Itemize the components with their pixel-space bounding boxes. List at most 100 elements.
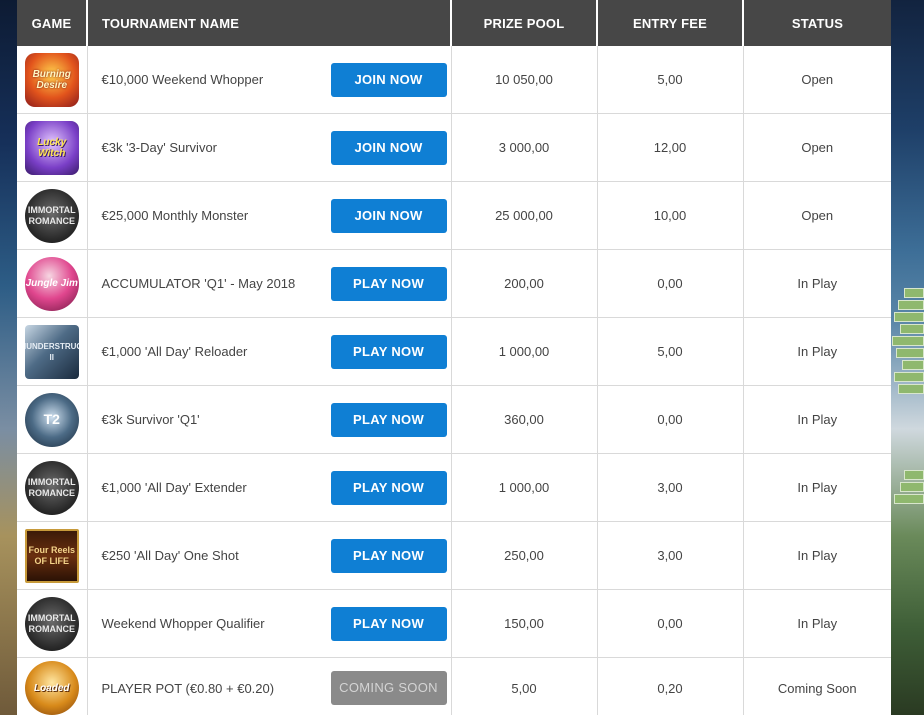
status-cell: Open xyxy=(743,46,891,114)
tournament-name: €10,000 Weekend Whopper xyxy=(101,72,264,87)
immortal-romance-icon[interactable]: IMMORTAL ROMANCE xyxy=(24,460,79,515)
immortal-romance-icon[interactable]: IMMORTAL ROMANCE xyxy=(24,188,79,243)
play-now-button[interactable]: PLAY NOW xyxy=(330,470,447,505)
status-cell: In Play xyxy=(743,249,891,318)
join-now-button[interactable]: JOIN NOW xyxy=(330,130,447,165)
status-cell: In Play xyxy=(743,385,891,454)
status-cell: In Play xyxy=(743,589,891,658)
prize-pool-cell: 250,00 xyxy=(451,521,598,590)
tournament-name-cell: €25,000 Monthly Monster JOIN NOW xyxy=(87,181,452,250)
entry-fee-cell: 0,00 xyxy=(597,385,744,454)
tournament-name-cell: Weekend Whopper Qualifier PLAY NOW xyxy=(87,589,452,658)
tournament-name: €3k '3-Day' Survivor xyxy=(101,140,218,155)
background-decor xyxy=(892,336,924,346)
tournament-name-cell: €3k '3-Day' Survivor JOIN NOW xyxy=(87,113,452,182)
play-now-button[interactable]: PLAY NOW xyxy=(330,538,447,573)
background-decor xyxy=(904,288,924,298)
prize-pool-cell: 200,00 xyxy=(451,249,598,318)
tournament-name-cell: €1,000 'All Day' Reloader PLAY NOW xyxy=(87,317,452,386)
coming-soon-button: COMING SOON xyxy=(330,671,447,705)
table-row: Lucky Witch €3k '3-Day' Survivor JOIN NO… xyxy=(17,113,891,182)
header-prize-pool[interactable]: PRIZE POOL xyxy=(451,0,598,46)
table-header: GAME TOURNAMENT NAME PRIZE POOL ENTRY FE… xyxy=(17,0,891,46)
tournament-name: €250 'All Day' One Shot xyxy=(101,548,239,563)
background-left xyxy=(0,0,17,715)
t2-icon[interactable]: T2 xyxy=(24,392,79,447)
play-now-button[interactable]: PLAY NOW xyxy=(330,266,447,301)
table-row: Four Reels OF LIFE €250 'All Day' One Sh… xyxy=(17,521,891,590)
tournament-table: GAME TOURNAMENT NAME PRIZE POOL ENTRY FE… xyxy=(17,0,891,715)
game-cell: Four Reels OF LIFE xyxy=(17,521,88,590)
status-cell: Open xyxy=(743,181,891,250)
table-row: THUNDERSTRUCK II €1,000 'All Day' Reload… xyxy=(17,317,891,386)
table-row: IMMORTAL ROMANCE €25,000 Monthly Monster… xyxy=(17,181,891,250)
header-entry-fee[interactable]: ENTRY FEE xyxy=(597,0,744,46)
background-decor xyxy=(898,384,924,394)
game-cell: Jungle Jim xyxy=(17,249,88,318)
status-cell: In Play xyxy=(743,317,891,386)
game-cell: Lucky Witch xyxy=(17,113,88,182)
background-decor xyxy=(900,324,924,334)
join-now-button[interactable]: JOIN NOW xyxy=(330,198,447,233)
play-now-button[interactable]: PLAY NOW xyxy=(330,334,447,369)
prize-pool-cell: 10 050,00 xyxy=(451,46,598,114)
background-decor xyxy=(902,360,924,370)
prize-pool-cell: 1 000,00 xyxy=(451,317,598,386)
entry-fee-cell: 0,20 xyxy=(597,657,744,715)
tournament-name-cell: PLAYER POT (€0.80 + €0.20) COMING SOON xyxy=(87,657,452,715)
play-now-button[interactable]: PLAY NOW xyxy=(330,606,447,641)
table-row: Burning Desire €10,000 Weekend Whopper J… xyxy=(17,46,891,114)
tournament-name-cell: €10,000 Weekend Whopper JOIN NOW xyxy=(87,46,452,114)
background-decor xyxy=(894,312,924,322)
header-status[interactable]: STATUS xyxy=(743,0,891,46)
background-decor xyxy=(900,482,924,492)
prize-pool-cell: 5,00 xyxy=(451,657,598,715)
header-game[interactable]: GAME xyxy=(17,0,88,46)
thunderstruck-icon[interactable]: THUNDERSTRUCK II xyxy=(24,324,79,379)
entry-fee-cell: 3,00 xyxy=(597,521,744,590)
burning-desire-icon[interactable]: Burning Desire xyxy=(24,52,79,107)
tournament-name: €1,000 'All Day' Reloader xyxy=(101,344,248,359)
background-decor xyxy=(896,348,924,358)
tournament-name: ACCUMULATOR 'Q1' - May 2018 xyxy=(101,276,296,291)
prize-pool-cell: 1 000,00 xyxy=(451,453,598,522)
status-cell: In Play xyxy=(743,521,891,590)
entry-fee-cell: 3,00 xyxy=(597,453,744,522)
tournament-name: €3k Survivor 'Q1' xyxy=(101,412,200,427)
header-tournament-name[interactable]: TOURNAMENT NAME xyxy=(87,0,452,46)
table-row: T2 €3k Survivor 'Q1' PLAY NOW 360,00 0,0… xyxy=(17,385,891,454)
background-decor xyxy=(894,494,924,504)
entry-fee-cell: 5,00 xyxy=(597,317,744,386)
tournament-name-cell: €1,000 'All Day' Extender PLAY NOW xyxy=(87,453,452,522)
header-row: GAME TOURNAMENT NAME PRIZE POOL ENTRY FE… xyxy=(17,0,891,46)
prize-pool-cell: 360,00 xyxy=(451,385,598,454)
table-row: IMMORTAL ROMANCE €1,000 'All Day' Extend… xyxy=(17,453,891,522)
game-cell: IMMORTAL ROMANCE xyxy=(17,181,88,250)
entry-fee-cell: 0,00 xyxy=(597,589,744,658)
game-cell: IMMORTAL ROMANCE xyxy=(17,453,88,522)
entry-fee-cell: 0,00 xyxy=(597,249,744,318)
background-decor xyxy=(894,372,924,382)
entry-fee-cell: 12,00 xyxy=(597,113,744,182)
play-now-button[interactable]: PLAY NOW xyxy=(330,402,447,437)
table-row: Jungle Jim ACCUMULATOR 'Q1' - May 2018 P… xyxy=(17,249,891,318)
game-cell: THUNDERSTRUCK II xyxy=(17,317,88,386)
four-reels-of-life-icon[interactable]: Four Reels OF LIFE xyxy=(24,528,79,583)
join-now-button[interactable]: JOIN NOW xyxy=(330,62,447,97)
immortal-romance-icon[interactable]: IMMORTAL ROMANCE xyxy=(24,596,79,651)
prize-pool-cell: 3 000,00 xyxy=(451,113,598,182)
tournament-name: PLAYER POT (€0.80 + €0.20) xyxy=(101,680,275,696)
table-row: Loaded PLAYER POT (€0.80 + €0.20) COMING… xyxy=(17,657,891,715)
tournament-name: Weekend Whopper Qualifier xyxy=(101,616,265,631)
tournament-table-container: GAME TOURNAMENT NAME PRIZE POOL ENTRY FE… xyxy=(17,0,891,715)
jungle-jim-icon[interactable]: Jungle Jim xyxy=(24,256,79,311)
game-cell: IMMORTAL ROMANCE xyxy=(17,589,88,658)
status-cell: In Play xyxy=(743,453,891,522)
background-decor xyxy=(904,470,924,480)
tournament-name-cell: €250 'All Day' One Shot PLAY NOW xyxy=(87,521,452,590)
lucky-witch-icon[interactable]: Lucky Witch xyxy=(24,120,79,175)
prize-pool-cell: 25 000,00 xyxy=(451,181,598,250)
loaded-icon[interactable]: Loaded xyxy=(24,661,79,715)
game-cell: Burning Desire xyxy=(17,46,88,114)
game-cell: Loaded xyxy=(17,657,88,715)
